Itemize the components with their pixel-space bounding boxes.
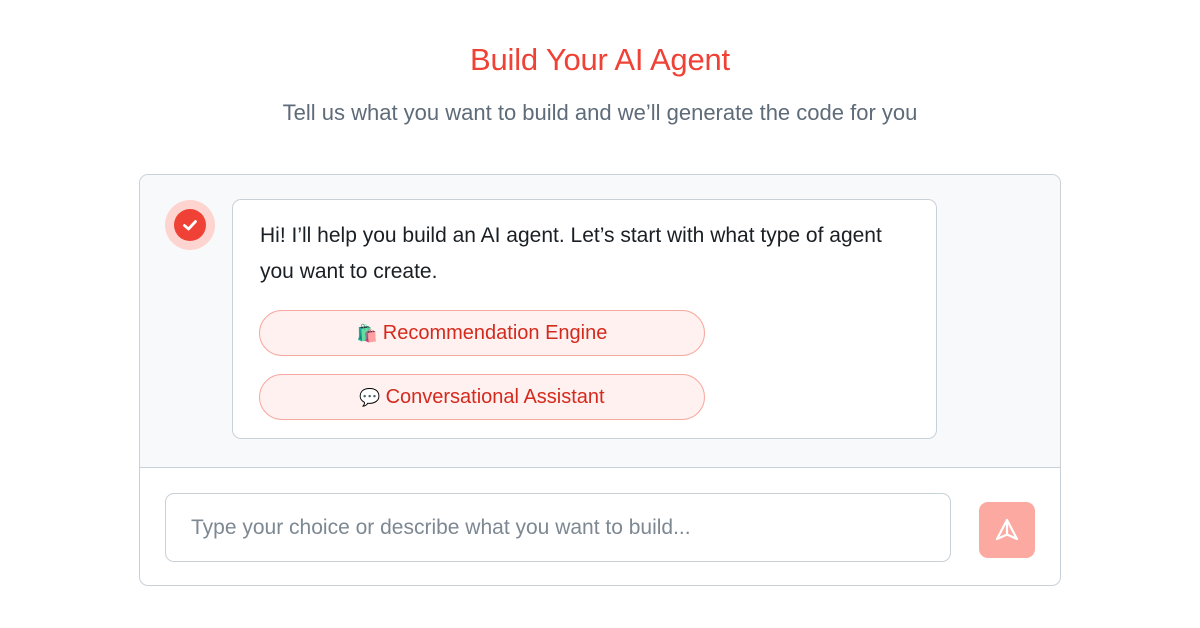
check-circle-icon [174,209,206,241]
page-subtitle: Tell us what you want to build and we’ll… [282,100,918,125]
page-title: Build Your AI Agent [470,42,730,77]
message-input[interactable] [166,494,950,561]
option-recommendation-engine-button[interactable]: 🛍️ Recommendation Engine [259,310,705,356]
assistant-avatar [165,200,215,250]
option-conversational-assistant-button[interactable]: 💬 Conversational Assistant [259,374,705,420]
chat-panel: Hi! I’ll help you build an AI agent. Let… [139,174,1061,586]
assistant-message-text: Hi! I’ll help you build an AI agent. Let… [260,224,882,283]
message-input-container [165,493,951,562]
option-label: Conversational Assistant [385,386,605,408]
option-label: Recommendation Engine [382,322,608,344]
shopping-bags-icon: 🛍️ [356,324,378,343]
message-list: Hi! I’ll help you build an AI agent. Let… [140,175,1060,468]
send-icon [995,518,1019,541]
assistant-message-bubble: Hi! I’ll help you build an AI agent. Let… [232,199,937,439]
speech-bubble-icon: 💬 [359,388,381,407]
send-button[interactable] [979,502,1035,558]
